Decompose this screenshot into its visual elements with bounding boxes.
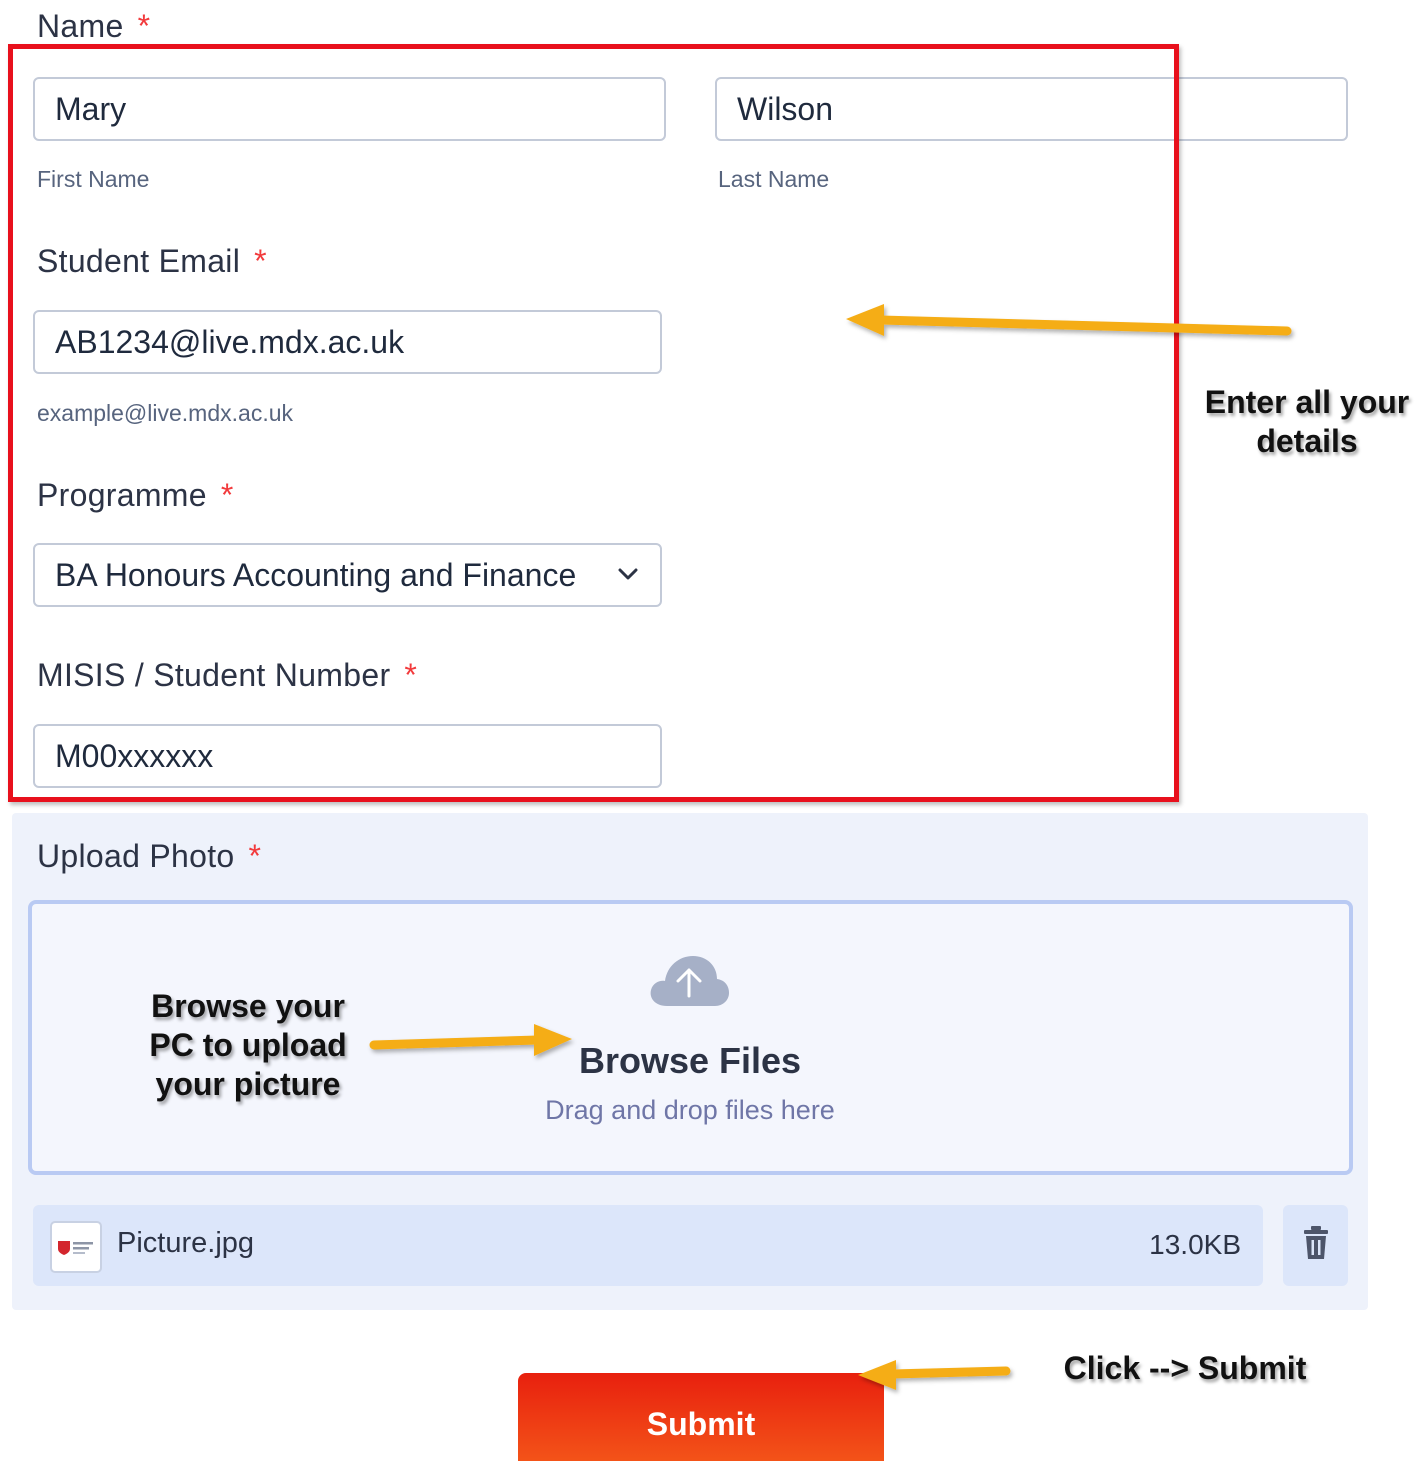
file-name: Picture.jpg bbox=[117, 1227, 255, 1259]
first-name-input[interactable]: Mary bbox=[33, 77, 666, 141]
student-email-hint: example@live.mdx.ac.uk bbox=[37, 400, 293, 426]
first-name-sublabel: First Name bbox=[37, 166, 150, 192]
annotation-click-submit: Click --> Submit bbox=[1063, 1350, 1307, 1386]
file-thumbnail-icon bbox=[50, 1221, 102, 1273]
required-asterisk: * bbox=[254, 243, 267, 279]
required-asterisk: * bbox=[404, 657, 418, 693]
programme-select[interactable]: BA Honours Accounting and Finance bbox=[33, 543, 662, 607]
programme-label: Programme * bbox=[37, 477, 234, 513]
drag-drop-hint: Drag and drop files here bbox=[545, 1095, 835, 1125]
required-asterisk: * bbox=[248, 838, 262, 874]
uploaded-file-row: Picture.jpg 13.0KB bbox=[33, 1205, 1263, 1286]
file-size: 13.0KB bbox=[1149, 1229, 1241, 1260]
trash-icon bbox=[1303, 1226, 1329, 1265]
last-name-input[interactable]: Wilson bbox=[715, 77, 1348, 141]
student-email-label: Student Email * bbox=[37, 243, 267, 279]
chevron-down-icon bbox=[614, 559, 642, 596]
delete-file-button[interactable] bbox=[1283, 1205, 1348, 1286]
programme-selected-value: BA Honours Accounting and Finance bbox=[55, 556, 577, 593]
arrow-enter-details bbox=[846, 304, 1292, 336]
annotation-browse-pc: Browse your PC to upload your picture bbox=[149, 988, 347, 1103]
last-name-sublabel: Last Name bbox=[718, 166, 830, 192]
student-number-label: MISIS / Student Number * bbox=[37, 657, 418, 693]
annotation-enter-details: Enter all your details bbox=[1204, 384, 1410, 460]
cloud-upload-icon bbox=[647, 950, 731, 1015]
name-label: Name * bbox=[37, 8, 151, 44]
browse-files-button[interactable]: Browse Files bbox=[560, 1040, 820, 1082]
student-number-input[interactable]: M00xxxxxx bbox=[33, 724, 662, 788]
submit-button[interactable]: Submit bbox=[518, 1373, 884, 1461]
required-asterisk: * bbox=[220, 477, 234, 513]
student-email-input[interactable]: AB1234@live.mdx.ac.uk bbox=[33, 310, 662, 374]
required-asterisk: * bbox=[137, 8, 151, 44]
upload-photo-label: Upload Photo * bbox=[37, 838, 262, 874]
